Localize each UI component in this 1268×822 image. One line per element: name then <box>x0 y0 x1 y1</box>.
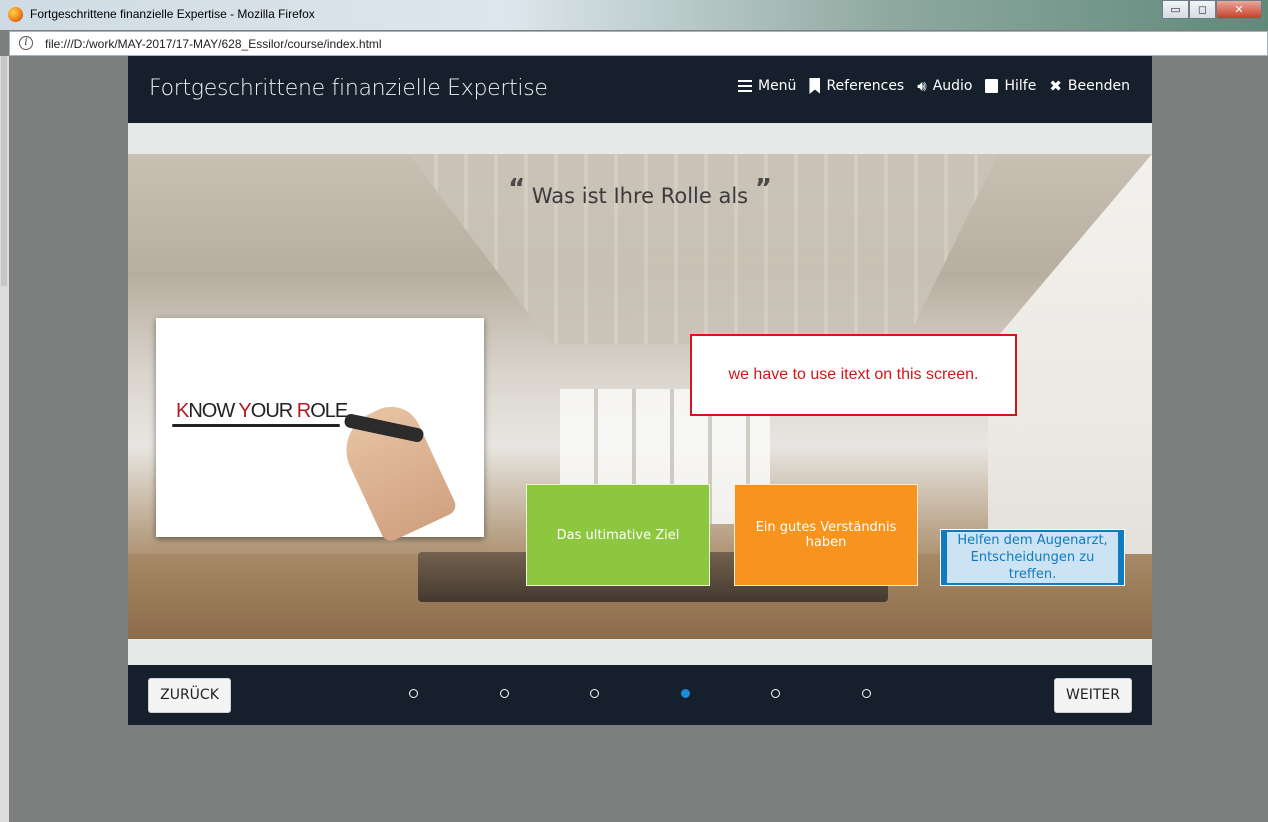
nav-audio-label: Audio <box>932 78 973 94</box>
page-dot-2[interactable] <box>499 689 509 698</box>
book-icon <box>985 79 999 93</box>
top-stripe <box>128 123 1152 154</box>
nav-menu[interactable]: Menü <box>737 78 797 94</box>
card-underline <box>172 424 340 427</box>
scrollbar-thumb[interactable] <box>1 56 7 286</box>
course-nav: Menü References 🔊︎ Audio Hilfe ✖ Beenden <box>725 78 1130 94</box>
next-button[interactable]: WEITER <box>1054 678 1132 713</box>
left-scrollbar[interactable] <box>0 56 9 822</box>
page-dot-6[interactable] <box>862 689 871 698</box>
slide-stage: “ Was ist Ihre Rolle als ” KNOW YOUR ROL… <box>128 154 1152 639</box>
window-title: Fortgeschrittene finanzielle Expertise -… <box>30 7 315 21</box>
course-footer: ZURÜCK WEITER <box>128 665 1152 725</box>
address-bar[interactable]: i file:///D:/work/MAY-2017/17-MAY/628_Es… <box>9 31 1268 56</box>
minimize-button[interactable]: ▭ <box>1162 0 1189 19</box>
card-lettering: KNOW YOUR ROLE <box>176 400 348 422</box>
close-window-button[interactable]: ✕ <box>1216 0 1262 19</box>
option-label: Helfen dem Augenarzt, Entscheidungen zu … <box>947 532 1118 583</box>
maximize-button[interactable]: ◻ <box>1189 0 1216 19</box>
page-dot-1[interactable] <box>409 689 418 698</box>
page-dot-4[interactable] <box>680 689 690 698</box>
address-url[interactable]: file:///D:/work/MAY-2017/17-MAY/628_Essi… <box>45 37 382 51</box>
firefox-icon <box>8 7 23 22</box>
back-button[interactable]: ZURÜCK <box>148 678 231 713</box>
menu-icon <box>737 80 752 92</box>
nav-menu-label: Menü <box>757 78 797 94</box>
close-quote-icon: ” <box>754 174 772 204</box>
page-dot-3[interactable] <box>590 689 600 698</box>
nav-exit-label: Beenden <box>1067 78 1130 94</box>
close-icon: ✖ <box>1049 77 1062 95</box>
slide-question: “ Was ist Ihre Rolle als ” <box>128 174 1152 208</box>
dev-note: we have to use itext on this screen. <box>690 334 1017 416</box>
course-title: Fortgeschrittene finanzielle Expertise <box>149 76 548 101</box>
nav-help-label: Hilfe <box>1004 78 1037 94</box>
page-indicator <box>409 689 871 701</box>
nav-help[interactable]: Hilfe <box>985 78 1036 94</box>
speaker-icon: 🔊︎ <box>917 77 927 95</box>
window-titlebar: Fortgeschrittene finanzielle Expertise -… <box>0 0 1268 30</box>
info-icon[interactable]: i <box>19 36 33 50</box>
window-controls: ▭ ◻ ✕ <box>1162 0 1262 20</box>
option-label: Ein gutes Verständnis haben <box>755 520 897 550</box>
open-quote-icon: “ <box>508 174 526 204</box>
question-text: Was ist Ihre Rolle als <box>531 184 749 208</box>
option-good-understanding[interactable]: Ein gutes Verständnis haben <box>734 484 918 586</box>
course-header: Fortgeschrittene finanzielle Expertise M… <box>128 56 1152 123</box>
nav-references[interactable]: References <box>809 78 904 94</box>
nav-audio[interactable]: 🔊︎ Audio <box>917 78 972 94</box>
nav-references-label: References <box>826 78 905 94</box>
course-player: Fortgeschrittene finanzielle Expertise M… <box>128 56 1152 725</box>
bottom-stripe <box>128 639 1152 665</box>
page-dot-5[interactable] <box>771 689 781 698</box>
bookmark-icon <box>809 78 821 94</box>
option-ultimate-goal[interactable]: Das ultimative Ziel <box>526 484 710 586</box>
option-help-ophthalmologist[interactable]: Helfen dem Augenarzt, Entscheidungen zu … <box>940 529 1125 586</box>
know-your-role-image: KNOW YOUR ROLE <box>156 318 484 545</box>
option-label: Das ultimative Ziel <box>556 527 680 543</box>
nav-exit[interactable]: ✖ Beenden <box>1049 78 1130 94</box>
